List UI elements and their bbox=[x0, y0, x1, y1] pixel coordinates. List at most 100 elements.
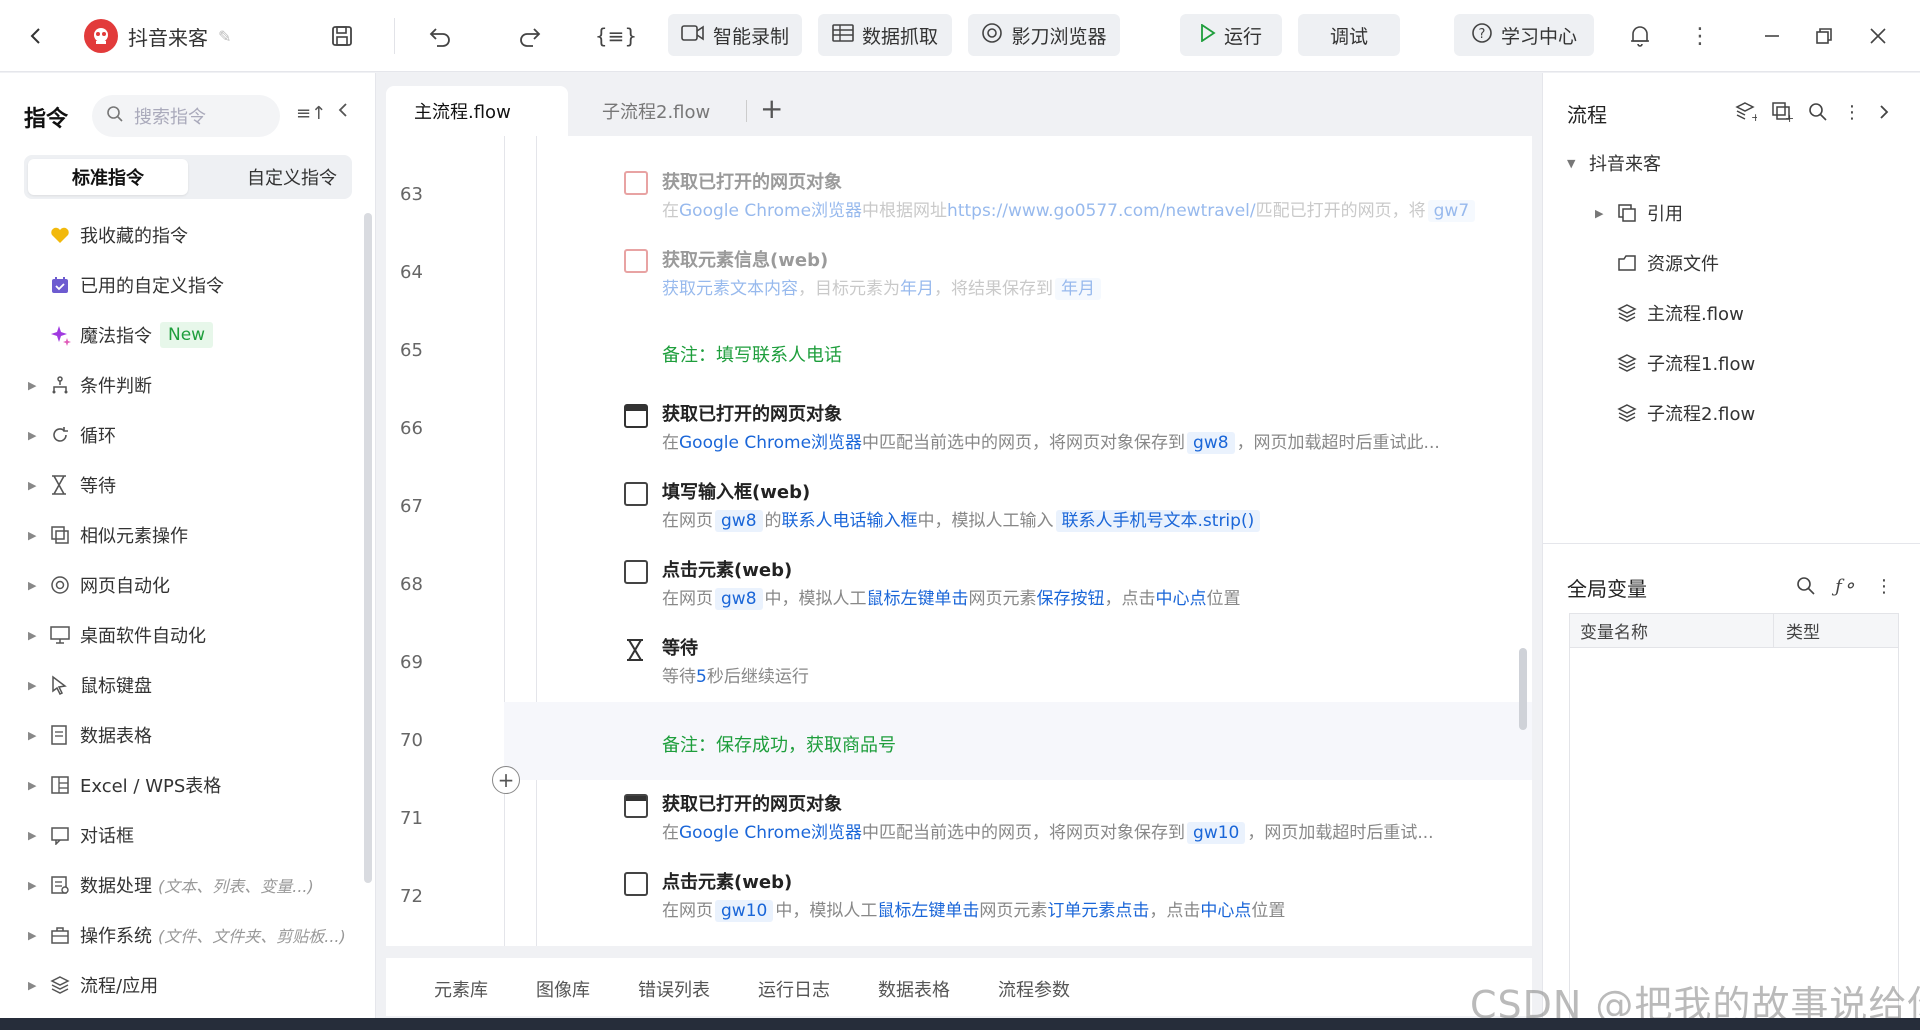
flow-step[interactable]: 点击元素(web) 在网页 gw10 中，模拟人工鼠标左键单击网页元素订单元素点击，… bbox=[386, 838, 1532, 922]
tab-custom[interactable]: 自定义指令 bbox=[212, 159, 372, 195]
category-os[interactable]: ▶ 操作系统 (文件、文件夹、剪贴板...) bbox=[28, 915, 346, 955]
category-label: 操作系统 bbox=[80, 926, 152, 947]
add-tab-button[interactable]: + bbox=[760, 92, 783, 125]
tab-standard[interactable]: 标准指令 bbox=[28, 159, 188, 195]
tree-item-resources[interactable]: 资源文件 bbox=[1617, 245, 1719, 281]
tab-flow-params[interactable]: 流程参数 bbox=[998, 976, 1070, 1002]
tab-run-log[interactable]: 运行日志 bbox=[758, 976, 830, 1002]
search-icon[interactable] bbox=[1805, 99, 1831, 125]
used-custom-item[interactable]: 已用的自定义指令 bbox=[28, 265, 224, 305]
command-panel: 指令 搜索指令 ≡↑ 标准指令 自定义指令 我收藏的指令 已用的自定义指令 魔法… bbox=[0, 73, 376, 1030]
record-icon bbox=[681, 23, 705, 48]
click-element-icon bbox=[624, 872, 648, 896]
tree-root[interactable]: ▼ 抖音来客 bbox=[1567, 145, 1661, 181]
category-wait[interactable]: ▶ 等待 bbox=[28, 465, 116, 505]
edit-icon[interactable]: ✎ bbox=[218, 27, 231, 46]
category-label: 等待 bbox=[80, 476, 116, 497]
flow-step[interactable]: 获取已打开的网页对象 在Google Chrome浏览器中根据网址https:/… bbox=[386, 136, 1532, 222]
close-icon[interactable] bbox=[1862, 20, 1894, 52]
category-label: 循环 bbox=[80, 426, 116, 447]
category-hint: (文件、文件夹、剪贴板...) bbox=[158, 927, 346, 946]
debug-label: 调试 bbox=[1329, 25, 1368, 48]
category-condition[interactable]: ▶ 条件判断 bbox=[28, 365, 152, 405]
category-loop[interactable]: ▶ 循环 bbox=[28, 415, 116, 455]
more-icon[interactable]: ⋮ bbox=[1684, 20, 1716, 52]
category-label: 桌面软件自动化 bbox=[80, 626, 206, 647]
chevron-right-icon[interactable] bbox=[1871, 99, 1897, 125]
collapse-icon[interactable] bbox=[336, 101, 350, 123]
minimize-icon[interactable] bbox=[1756, 20, 1788, 52]
category-excel[interactable]: ▶ Excel / WPS表格 bbox=[28, 765, 221, 805]
more-icon[interactable]: ⋮ bbox=[1839, 99, 1865, 125]
restore-icon[interactable] bbox=[1808, 20, 1840, 52]
run-button[interactable]: 运行 bbox=[1180, 14, 1282, 56]
category-data-processing[interactable]: ▶ 数据处理 (文本、列表、变量...) bbox=[28, 865, 314, 905]
scrollbar[interactable] bbox=[1519, 648, 1527, 730]
magic-item[interactable]: 魔法指令 New bbox=[28, 315, 214, 355]
learning-center-button[interactable]: ? 学习中心 bbox=[1454, 14, 1594, 56]
comment-note[interactable]: 备注：保存成功，获取商品号 bbox=[662, 731, 896, 757]
smart-record-button[interactable]: 智能录制 bbox=[668, 14, 802, 56]
scrollbar[interactable] bbox=[364, 213, 372, 883]
input-field-icon bbox=[624, 482, 648, 506]
webpage-icon bbox=[624, 404, 648, 428]
svg-text:+: + bbox=[1751, 111, 1757, 123]
data-grab-button[interactable]: 数据抓取 bbox=[818, 14, 952, 56]
column-header-name[interactable]: 变量名称 bbox=[1570, 613, 1774, 648]
tab-data-table[interactable]: 数据表格 bbox=[878, 976, 950, 1002]
flow-step[interactable]: 等待 等待5秒后继续运行 bbox=[386, 604, 1532, 687]
tab-main-flow[interactable]: 主流程.flow bbox=[386, 86, 568, 136]
tree-item-subflow2[interactable]: 子流程2.flow bbox=[1617, 395, 1755, 431]
add-flow-icon[interactable]: + bbox=[1733, 99, 1759, 125]
search-icon[interactable] bbox=[1793, 573, 1819, 599]
layers-icon bbox=[1617, 403, 1647, 423]
tab-error-list[interactable]: 错误列表 bbox=[638, 976, 710, 1002]
code-icon[interactable]: {≡} bbox=[595, 20, 637, 52]
tab-element-library[interactable]: 元素库 bbox=[434, 976, 488, 1002]
bell-icon[interactable] bbox=[1624, 20, 1656, 52]
function-icon[interactable]: ƒ⚬ bbox=[1833, 573, 1859, 599]
flow-step[interactable]: 点击元素(web) 在网页 gw8 中，模拟人工鼠标左键单击网页元素保存按钮，点击中… bbox=[386, 526, 1532, 610]
category-desktop-automation[interactable]: ▶ 桌面软件自动化 bbox=[28, 615, 206, 655]
tree-item-subflow1[interactable]: 子流程1.flow bbox=[1617, 345, 1755, 381]
data-grab-label: 数据抓取 bbox=[861, 25, 938, 48]
global-variables-table: 变量名称 类型 bbox=[1569, 613, 1899, 1023]
redo-icon[interactable] bbox=[514, 20, 546, 52]
category-dialog[interactable]: ▶ 对话框 bbox=[28, 815, 134, 855]
tree-item-main-flow[interactable]: 主流程.flow bbox=[1617, 295, 1744, 331]
step-title: 获取元素信息(web) bbox=[662, 250, 829, 271]
undo-icon[interactable] bbox=[424, 20, 456, 52]
flow-step[interactable]: 获取已打开的网页对象 在Google Chrome浏览器中匹配当前选中的网页，将… bbox=[386, 370, 1532, 454]
favorites-item[interactable]: 我收藏的指令 bbox=[28, 215, 188, 255]
search-input[interactable]: 搜索指令 bbox=[92, 95, 280, 137]
comment-note[interactable]: 备注：填写联系人电话 bbox=[662, 341, 842, 367]
browser-button[interactable]: 影刀浏览器 bbox=[968, 14, 1120, 56]
category-flow-app[interactable]: ▶ 流程/应用 bbox=[28, 965, 158, 1005]
column-header-type[interactable]: 类型 bbox=[1774, 618, 1820, 643]
webpage-icon bbox=[624, 171, 648, 195]
favorites-label: 我收藏的指令 bbox=[80, 226, 188, 247]
tree-item-ref[interactable]: ▶ 引用 bbox=[1595, 195, 1683, 231]
flow-editor: 63 获取已打开的网页对象 在Google Chrome浏览器中根据网址http… bbox=[386, 136, 1532, 946]
category-web-automation[interactable]: ▶ 网页自动化 bbox=[28, 565, 170, 605]
category-mouse-keyboard[interactable]: ▶ 鼠标键盘 bbox=[28, 665, 152, 705]
category-similar-elements[interactable]: ▶ 相似元素操作 bbox=[28, 515, 188, 555]
debug-button[interactable]: 调试 bbox=[1298, 14, 1400, 56]
more-icon[interactable]: ⋮ bbox=[1871, 573, 1897, 599]
expand-arrow-icon: ▶ bbox=[28, 878, 37, 892]
search-icon bbox=[106, 105, 124, 128]
sort-icon[interactable]: ≡↑ bbox=[296, 103, 326, 124]
save-icon[interactable] bbox=[326, 20, 358, 52]
back-icon[interactable] bbox=[20, 20, 52, 52]
flow-step[interactable]: 获取元素信息(web) 获取元素文本内容，目标元素为年月，将结果保存到 年月 bbox=[386, 214, 1532, 300]
flow-step[interactable]: 获取已打开的网页对象 在Google Chrome浏览器中匹配当前选中的网页，将… bbox=[386, 760, 1532, 844]
flow-step[interactable]: 填写输入框(web) 在网页 gw8 的联系人电话输入框中，模拟人工输入 联系人手机号… bbox=[386, 448, 1532, 532]
category-data-table[interactable]: ▶ 数据表格 bbox=[28, 715, 152, 755]
category-label: 条件判断 bbox=[80, 376, 152, 397]
tab-image-library[interactable]: 图像库 bbox=[536, 976, 590, 1002]
tab-subflow2[interactable]: 子流程2.flow bbox=[574, 86, 710, 136]
expand-arrow-icon: ▶ bbox=[28, 628, 37, 642]
add-module-icon[interactable]: + bbox=[1769, 99, 1795, 125]
tree-item-label: 子流程2.flow bbox=[1647, 404, 1756, 425]
help-icon: ? bbox=[1471, 22, 1493, 49]
